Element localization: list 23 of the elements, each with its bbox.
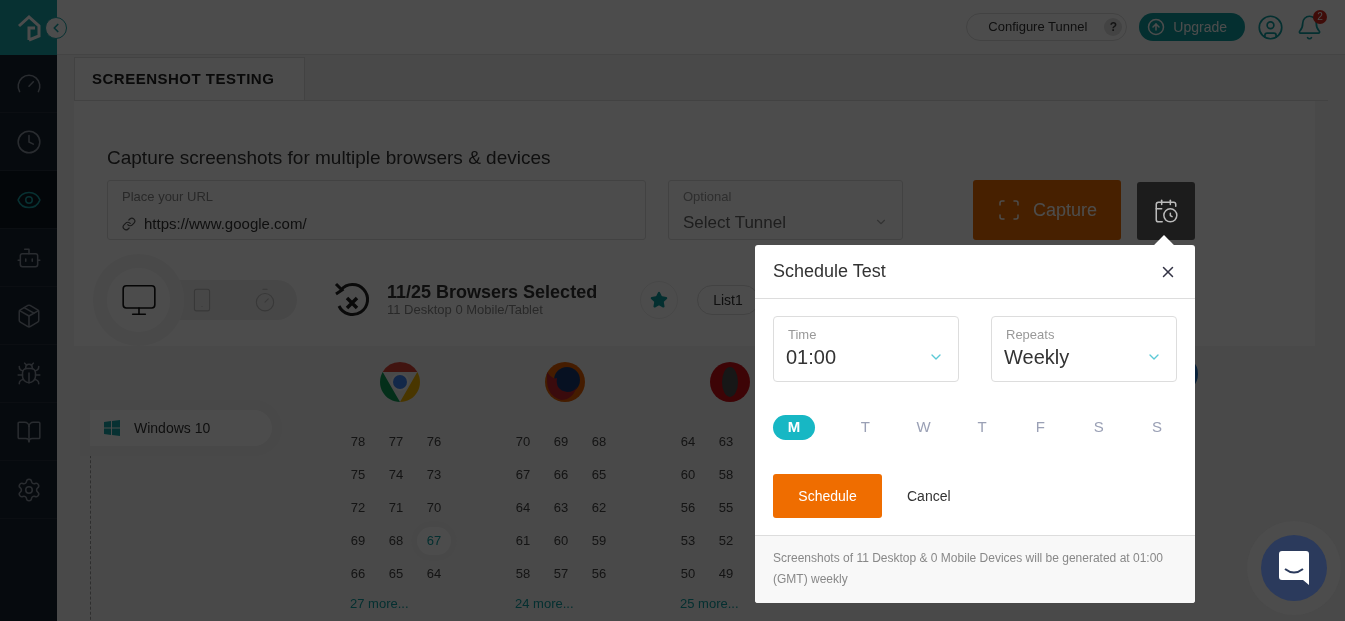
weekday-toggle[interactable]: S xyxy=(1090,415,1107,440)
weekday-toggle[interactable]: T xyxy=(974,415,990,440)
capture-heading: Capture screenshots for multiple browsers & devices xyxy=(107,147,552,169)
select-value: 01:00 xyxy=(786,345,837,370)
weekday-toggle[interactable]: S xyxy=(1148,415,1165,440)
select-label: Time xyxy=(788,327,818,343)
dialog-title: Schedule Test xyxy=(773,260,886,283)
weekday-toggle[interactable]: W xyxy=(915,415,932,440)
browsers-selected-title: 11/25 Browsers Selected xyxy=(387,282,598,302)
select-label: Repeats xyxy=(1006,327,1056,343)
url-value: https://www.google.com/ xyxy=(144,213,307,234)
chat-icon xyxy=(1279,551,1309,585)
weekday-toggle[interactable]: T xyxy=(857,415,874,440)
time-select[interactable]: Time 01:00 xyxy=(773,316,959,382)
weekday-toggle[interactable]: M xyxy=(773,415,815,440)
cancel-button[interactable]: Cancel xyxy=(907,485,951,507)
select-value: Weekly xyxy=(1004,345,1070,370)
calendar-clock-icon xyxy=(1153,198,1179,224)
schedule-calendar-button[interactable] xyxy=(1137,182,1195,240)
weekday-toggle[interactable]: F xyxy=(1032,415,1049,440)
schedule-summary: Screenshots of 11 Desktop & 0 Mobile Devices will be generated at 01:00 (GMT) weekly xyxy=(773,550,1164,588)
repeats-select[interactable]: Repeats Weekly xyxy=(991,316,1177,382)
schedule-button[interactable]: Schedule xyxy=(773,474,882,518)
